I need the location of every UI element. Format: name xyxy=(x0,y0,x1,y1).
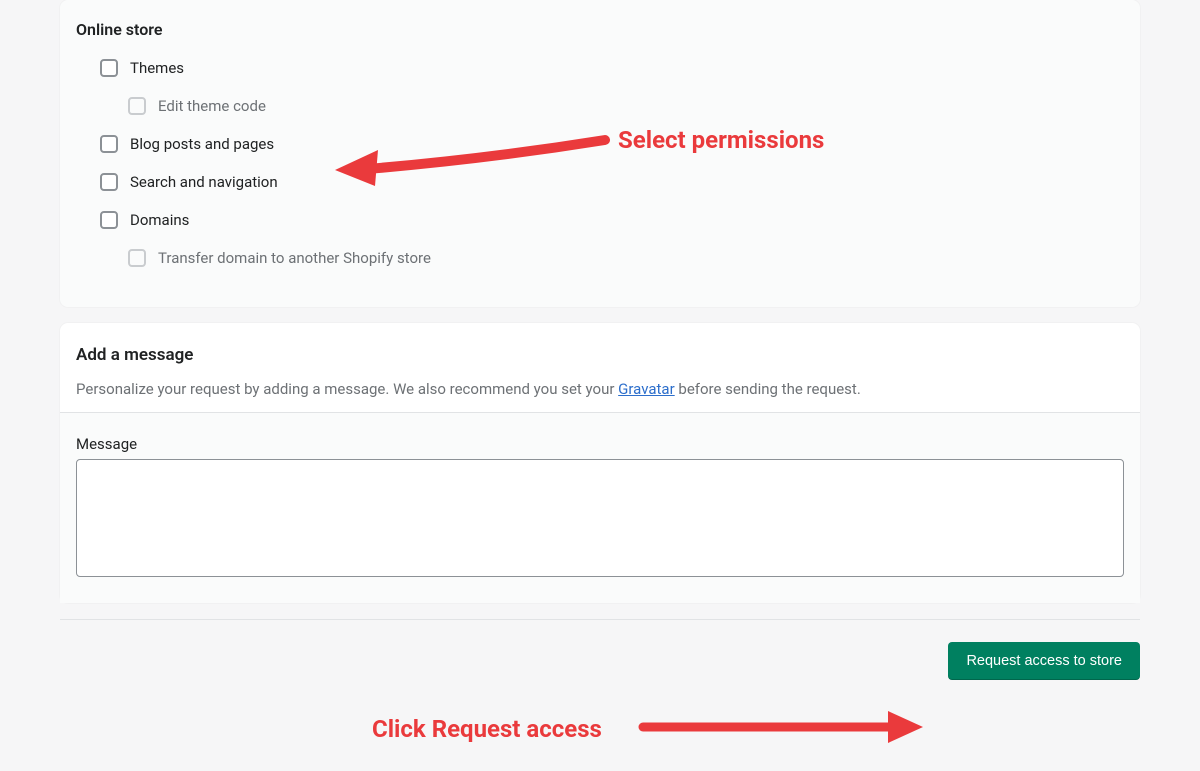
gravatar-link[interactable]: Gravatar xyxy=(618,380,675,398)
checkbox-edit-theme-code xyxy=(128,97,146,115)
permission-row-blog-posts[interactable]: Blog posts and pages xyxy=(100,125,1124,163)
permission-row-themes[interactable]: Themes xyxy=(100,49,1124,87)
message-card: Add a message Personalize your request b… xyxy=(60,323,1140,603)
message-title: Add a message xyxy=(76,345,1124,365)
checkbox-transfer-domain xyxy=(128,249,146,267)
permission-group: Themes Edit theme code Blog posts and pa… xyxy=(76,49,1124,277)
message-textarea[interactable] xyxy=(76,459,1124,577)
permission-label: Edit theme code xyxy=(158,97,266,115)
footer: Request access to store xyxy=(60,619,1140,680)
permission-row-transfer-domain: Transfer domain to another Shopify store xyxy=(100,239,1124,277)
permission-label: Transfer domain to another Shopify store xyxy=(158,249,431,267)
arrow-click-request-icon xyxy=(638,705,928,750)
permission-row-edit-theme-code: Edit theme code xyxy=(100,87,1124,125)
message-body: Message xyxy=(60,412,1140,603)
message-description: Personalize your request by adding a mes… xyxy=(76,379,1124,400)
message-desc-post: before sending the request. xyxy=(675,380,861,398)
annotation-click-request: Click Request access xyxy=(372,715,602,743)
message-header: Add a message Personalize your request b… xyxy=(60,323,1140,412)
checkbox-search-nav[interactable] xyxy=(100,173,118,191)
permission-label: Blog posts and pages xyxy=(130,135,274,153)
permission-label: Themes xyxy=(130,59,184,77)
checkbox-blog-posts[interactable] xyxy=(100,135,118,153)
message-field-label: Message xyxy=(76,435,1124,453)
permission-label: Domains xyxy=(130,211,189,229)
permission-row-domains[interactable]: Domains xyxy=(100,201,1124,239)
checkbox-domains[interactable] xyxy=(100,211,118,229)
request-access-button[interactable]: Request access to store xyxy=(948,642,1140,680)
permission-group-title: Online store xyxy=(76,0,1124,49)
permission-label: Search and navigation xyxy=(130,173,278,191)
message-desc-pre: Personalize your request by adding a mes… xyxy=(76,380,618,398)
permission-row-search-nav[interactable]: Search and navigation xyxy=(100,163,1124,201)
checkbox-themes[interactable] xyxy=(100,59,118,77)
permissions-card: Online store Themes Edit theme code Blog… xyxy=(60,0,1140,307)
